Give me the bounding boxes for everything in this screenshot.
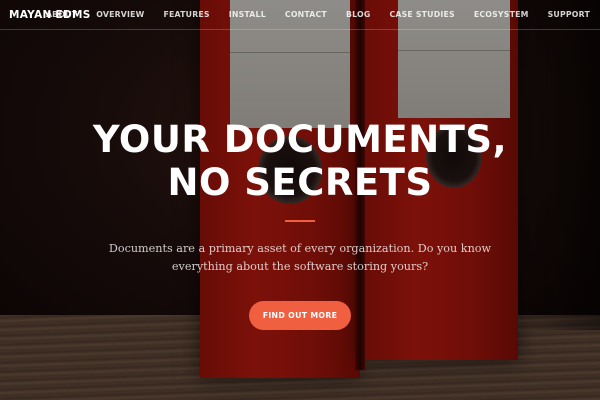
hero-divider	[285, 220, 315, 222]
find-out-more-button[interactable]: FIND OUT MORE	[249, 301, 351, 330]
nav-link-overview[interactable]: OVERVIEW	[96, 10, 144, 19]
hero-subtitle: Documents are a primary asset of every o…	[108, 242, 492, 273]
nav-link-features[interactable]: FEATURES	[163, 10, 209, 19]
nav-link-contact[interactable]: CONTACT	[285, 10, 327, 19]
nav-link-ecosystem[interactable]: ECOSYSTEM	[474, 10, 529, 19]
hero-headline-line2: NO SECRETS	[167, 161, 433, 204]
top-navbar: MAYAN EDMS ABOUT OVERVIEW FEATURES INSTA…	[0, 0, 600, 30]
nav-link-blog[interactable]: BLOG	[346, 10, 370, 19]
hero-section: MAYAN EDMS ABOUT OVERVIEW FEATURES INSTA…	[0, 0, 600, 400]
nav-link-about[interactable]: ABOUT	[46, 10, 77, 19]
hero-headline: YOUR DOCUMENTS, NO SECRETS	[0, 118, 600, 204]
nav-link-install[interactable]: INSTALL	[229, 10, 266, 19]
nav-link-support[interactable]: SUPPORT	[548, 10, 590, 19]
nav-link-case-studies[interactable]: CASE STUDIES	[389, 10, 454, 19]
hero-headline-line1: YOUR DOCUMENTS,	[92, 118, 508, 161]
nav-links: ABOUT OVERVIEW FEATURES INSTALL CONTACT …	[27, 10, 590, 19]
